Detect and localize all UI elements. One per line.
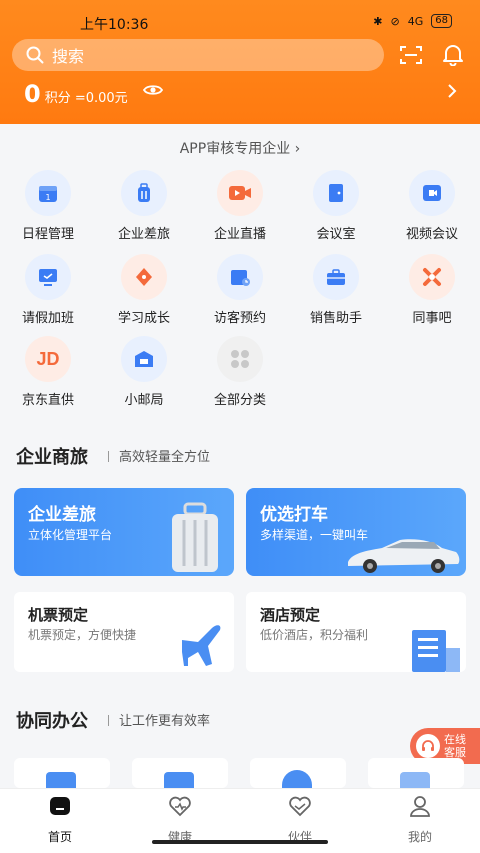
tab-health[interactable]: 健康	[120, 793, 240, 845]
points-label: 积分 =0.00元	[44, 91, 128, 106]
search-placeholder: 搜索	[52, 47, 85, 66]
app-post-office[interactable]: 小邮局	[96, 336, 192, 408]
app-label: 京东直供	[21, 393, 74, 408]
headset-icon	[416, 734, 440, 758]
app-video-meeting[interactable]: 视频会议	[384, 170, 480, 242]
partner-icon	[289, 796, 311, 817]
points-summary[interactable]: 0 积分 =0.00元	[24, 80, 128, 108]
card-hotel[interactable]: 酒店预定 低价酒店，积分福利	[246, 592, 466, 672]
card-subtitle: 立体化管理平台	[28, 528, 113, 542]
tab-partner[interactable]: 伙伴	[240, 793, 360, 845]
office-app-icon	[164, 772, 194, 788]
office-app-icon	[400, 772, 430, 788]
header: 上午10:36 ✱ ⊘ 4G 68 搜索 0 积分 =0.00元	[0, 0, 480, 124]
status-time: 上午10:36	[80, 17, 149, 33]
network-label: 4G	[407, 14, 424, 28]
section-subtitle-travel: 高效轻量全方位	[108, 446, 210, 465]
mute-icon: ⊘	[390, 14, 400, 28]
airplane-icon	[182, 625, 221, 666]
tab-label: 首页	[47, 830, 72, 844]
app-leave-overtime[interactable]: 请假加班	[0, 254, 96, 326]
search-icon	[26, 46, 44, 64]
app-label: 同事吧	[412, 311, 452, 326]
home-indicator	[152, 840, 328, 844]
car-illustration-icon	[348, 539, 460, 573]
hotel-building-icon	[412, 630, 460, 672]
app-visitor[interactable]: 访客预约	[192, 254, 288, 326]
app-jd-supply[interactable]: JD 京东直供	[0, 336, 96, 408]
office-app-card[interactable]	[250, 758, 346, 788]
app-sales[interactable]: 销售助手	[288, 254, 384, 326]
section-title-office: 协同办公	[16, 711, 88, 732]
pen-icon	[121, 254, 167, 300]
card-title: 机票预定	[28, 606, 89, 624]
eye-icon[interactable]	[143, 82, 163, 98]
card-business-trip[interactable]: 企业差旅 立体化管理平台	[14, 488, 234, 576]
tab-label: 我的	[407, 830, 432, 844]
app-learning[interactable]: 学习成长	[96, 254, 192, 326]
app-label: 请假加班	[21, 311, 74, 326]
app-label: 访客预约	[213, 311, 266, 326]
app-label: 小邮局	[124, 393, 164, 408]
bluetooth-icon: ✱	[373, 14, 383, 28]
tab-home[interactable]: 首页	[0, 793, 120, 845]
tab-profile[interactable]: 我的	[360, 793, 480, 845]
monitor-icon	[25, 254, 71, 300]
battery-icon: 68	[431, 14, 452, 28]
chevron-right-icon[interactable]	[446, 83, 458, 99]
app-label: 企业差旅	[117, 227, 170, 242]
card-subtitle: 低价酒店，积分福利	[260, 628, 369, 642]
card-subtitle: 机票预定，方便快捷	[28, 628, 137, 642]
card-title: 优选打车	[260, 505, 328, 525]
app-business-trip[interactable]: 企业差旅	[96, 170, 192, 242]
jd-logo-icon: JD	[25, 336, 71, 382]
all-categories-icon	[217, 336, 263, 382]
section-title-travel: 企业商旅	[16, 447, 88, 468]
app-schedule[interactable]: 1 日程管理	[0, 170, 96, 242]
app-label: 视频会议	[405, 227, 458, 242]
app-live[interactable]: 企业直播	[192, 170, 288, 242]
card-flight[interactable]: 机票预定 机票预定，方便快捷	[14, 592, 234, 672]
profile-icon	[410, 796, 430, 817]
suitcase-icon	[121, 170, 167, 216]
calendar-icon: 1	[25, 170, 71, 216]
section-subtitle-office: 让工作更有效率	[108, 710, 210, 729]
card-title: 酒店预定	[260, 606, 321, 624]
bell-icon[interactable]	[441, 42, 465, 66]
card-taxi[interactable]: 优选打车 多样渠道，一键叫车	[246, 488, 466, 576]
app-colleague[interactable]: 同事吧	[384, 254, 480, 326]
app-label: 日程管理	[21, 227, 74, 242]
app-label: 会议室	[316, 227, 356, 242]
office-app-card[interactable]	[132, 758, 228, 788]
health-icon	[169, 796, 191, 817]
app-label: 学习成长	[117, 311, 170, 326]
search-input[interactable]: 搜索	[12, 39, 384, 71]
company-selector[interactable]: APP审核专用企业 ›	[0, 138, 480, 158]
status-icons: ✱ ⊘ 4G 68	[373, 14, 452, 28]
office-app-icon	[46, 772, 76, 788]
post-office-icon	[121, 336, 167, 382]
app-meeting-room[interactable]: 会议室	[288, 170, 384, 242]
office-app-card[interactable]	[368, 758, 464, 788]
office-app-icon	[282, 770, 312, 788]
points-value: 0	[24, 80, 41, 108]
status-bar: 上午10:36 ✱ ⊘ 4G 68	[0, 8, 480, 34]
service-line1: 在线	[444, 733, 466, 746]
video-call-icon	[409, 170, 455, 216]
door-icon	[313, 170, 359, 216]
app-label: 全部分类	[213, 393, 266, 408]
app-label: 企业直播	[213, 227, 266, 242]
app-all-categories[interactable]: 全部分类	[192, 336, 288, 408]
card-title: 企业差旅	[28, 505, 96, 525]
briefcase-icon	[313, 254, 359, 300]
office-app-card[interactable]	[14, 758, 110, 788]
app-label: 销售助手	[309, 311, 362, 326]
live-video-icon	[217, 170, 263, 216]
home-icon	[50, 797, 70, 815]
visitor-calendar-icon	[217, 254, 263, 300]
scan-icon[interactable]	[399, 44, 423, 66]
svg-text:1: 1	[45, 193, 50, 202]
colleague-icon	[409, 254, 455, 300]
suitcase-illustration-icon	[172, 502, 218, 572]
